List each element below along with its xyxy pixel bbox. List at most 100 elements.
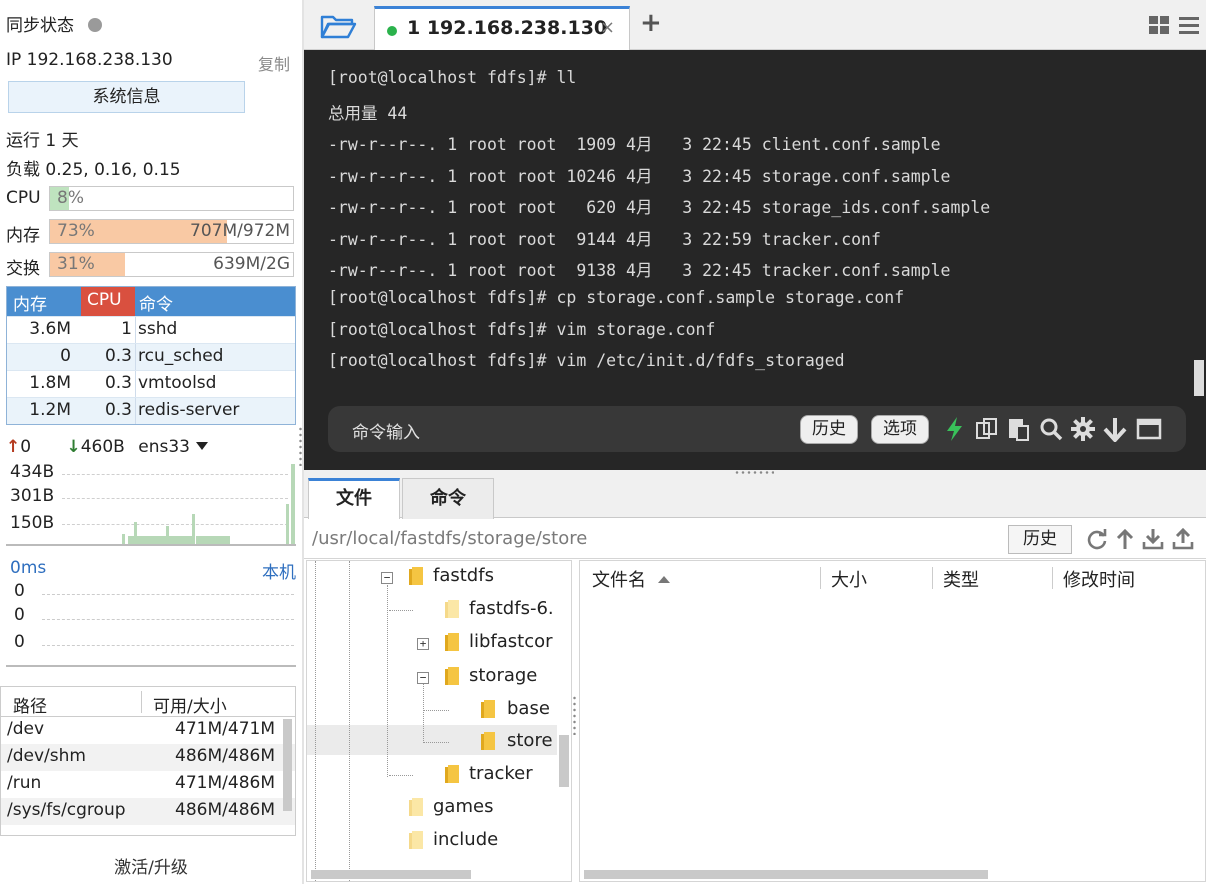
refresh-icon[interactable] (1086, 528, 1108, 550)
disk-path: /sys/fs/cgroup (7, 800, 126, 820)
parent-directory-icon[interactable] (1114, 528, 1136, 550)
column-size[interactable]: 大小 (831, 566, 867, 592)
load-average: 负载 0.25, 0.16, 0.15 (6, 160, 181, 180)
column-filename[interactable]: 文件名 (592, 566, 670, 592)
process-cpu: 0.3 (104, 346, 132, 366)
file-list: 文件名 大小 类型 修改时间 (579, 560, 1206, 882)
directory-tree: − fastdfs fastdfs-6. + libfastcor − stor… (306, 560, 572, 882)
disk-path: /run (7, 773, 42, 793)
command-input[interactable]: 命令输入 (352, 418, 420, 443)
process-memory: 1.2M (29, 400, 71, 420)
maximize-window-icon[interactable] (1136, 416, 1162, 442)
terminal-line: [root@localhost fdfs]# ll (328, 68, 577, 87)
disk-row[interactable]: /sys/fs/cgroup 486M/486M (1, 798, 295, 825)
tree-vertical-scrollbar[interactable] (559, 735, 569, 787)
latency-value: 0ms (10, 558, 47, 578)
app-window: 同步状态 IP 192.168.238.130 复制 系统信息 运行 1 天 负… (0, 0, 1206, 884)
download-icon[interactable] (1142, 528, 1164, 550)
activate-upgrade-link[interactable]: 激活/升级 (0, 853, 302, 878)
download-speed: 460B (80, 437, 125, 457)
process-row[interactable]: 1.2M 0.3 redis-server (7, 397, 295, 424)
traffic-bar (122, 534, 125, 544)
process-row[interactable]: 3.6M 1 sshd (7, 316, 295, 343)
terminal-scrollbar[interactable] (1194, 360, 1204, 396)
cpu-meter: 8% (49, 186, 294, 211)
expand-icon[interactable]: + (417, 638, 429, 650)
add-tab-icon[interactable]: + (640, 8, 662, 38)
tree-guide-line (349, 561, 350, 881)
current-path-input[interactable]: /usr/local/fastdfs/storage/store (312, 528, 587, 549)
column-separator (135, 317, 136, 343)
command-input-bar[interactable]: 命令输入 历史 选项 (328, 406, 1186, 452)
disk-available: 486M/486M (175, 800, 275, 820)
folder-icon (481, 700, 495, 718)
copy-ip-link[interactable]: 复制 (258, 51, 290, 75)
process-row[interactable]: 0 0.3 rcu_sched (7, 343, 295, 370)
history-button[interactable]: 历史 (800, 415, 858, 444)
column-separator[interactable] (932, 567, 933, 589)
sidebar-resize-grip-icon[interactable] (299, 426, 302, 466)
disk-available: 471M/471M (175, 719, 275, 739)
disk-row[interactable]: /dev/shm 486M/486M (1, 744, 295, 771)
process-command: rcu_sched (138, 346, 224, 366)
column-separator (135, 344, 136, 370)
graph-scale-label: 150B (10, 513, 55, 533)
process-col-command[interactable]: 命令 (139, 290, 173, 315)
column-modified[interactable]: 修改时间 (1063, 566, 1135, 592)
splitter-grip-icon[interactable] (734, 471, 774, 474)
column-type[interactable]: 类型 (943, 566, 979, 592)
disk-row[interactable]: /run 471M/486M (1, 771, 295, 798)
disk-col-available[interactable]: 可用/大小 (153, 692, 227, 717)
column-separator[interactable] (1052, 567, 1053, 589)
process-col-cpu[interactable]: CPU (81, 287, 135, 316)
cpu-label: CPU (6, 188, 41, 208)
tree-node-label: store (507, 730, 553, 751)
chevron-down-icon (196, 442, 208, 450)
close-tab-icon[interactable]: × (600, 17, 615, 38)
terminal-line: -rw-r--r--. 1 root root 10246 4月 3 22:45… (328, 167, 951, 186)
system-info-button[interactable]: 系统信息 (8, 81, 245, 113)
grid-line (62, 498, 288, 499)
search-icon[interactable] (1038, 416, 1064, 442)
disk-row[interactable]: /dev 471M/471M (1, 717, 295, 744)
process-col-memory[interactable]: 内存 (13, 290, 47, 315)
options-button[interactable]: 选项 (871, 415, 929, 444)
process-cpu: 0.3 (104, 373, 132, 393)
process-row[interactable]: 1.8M 0.3 vmtoolsd (7, 370, 295, 397)
grid-line (42, 645, 294, 646)
tree-horizontal-scrollbar[interactable] (311, 870, 471, 879)
traffic-bar (196, 536, 230, 544)
tab-files[interactable]: 文件 (308, 478, 400, 519)
tree-resize-grip-icon[interactable] (573, 695, 576, 735)
tree-node-label: fastdfs (433, 565, 494, 586)
disk-table-scrollbar[interactable] (283, 719, 292, 811)
gear-icon[interactable] (1070, 416, 1096, 442)
file-list-horizontal-scrollbar[interactable] (584, 870, 988, 879)
copy-icon[interactable] (974, 416, 1000, 442)
lightning-icon[interactable] (942, 416, 968, 442)
process-table-header: 内存 CPU 命令 (7, 287, 295, 316)
tree-guide-line (423, 683, 424, 743)
layout-grid-icon[interactable] (1148, 15, 1170, 35)
traffic-bar (291, 464, 295, 544)
disk-available: 486M/486M (175, 746, 275, 766)
upload-icon[interactable] (1172, 528, 1194, 550)
process-memory: 3.6M (29, 319, 71, 339)
collapse-icon[interactable]: − (417, 672, 429, 684)
file-panel-tabs: 文件 命令 (304, 476, 1206, 519)
terminal-panel[interactable]: [root@localhost fdfs]# ll 总用量 44 -rw-r--… (304, 50, 1206, 470)
open-folder-icon[interactable] (318, 11, 358, 41)
disk-rows: /dev 471M/471M /dev/shm 486M/486M /run 4… (1, 717, 295, 825)
session-tab-active[interactable]: 1 192.168.238.130 × (374, 6, 630, 50)
disk-col-path[interactable]: 路径 (13, 692, 47, 717)
tab-commands[interactable]: 命令 (402, 478, 494, 519)
column-separator[interactable] (820, 567, 821, 589)
network-interface-select[interactable]: ens33 (138, 437, 208, 457)
paste-icon[interactable] (1006, 416, 1032, 442)
path-history-button[interactable]: 历史 (1008, 525, 1072, 554)
arrow-down-icon[interactable] (1102, 416, 1128, 442)
collapse-icon[interactable]: − (381, 572, 393, 584)
latency-host[interactable]: 本机 (262, 558, 296, 583)
hamburger-menu-icon[interactable] (1178, 15, 1200, 35)
graph-baseline (6, 544, 296, 546)
